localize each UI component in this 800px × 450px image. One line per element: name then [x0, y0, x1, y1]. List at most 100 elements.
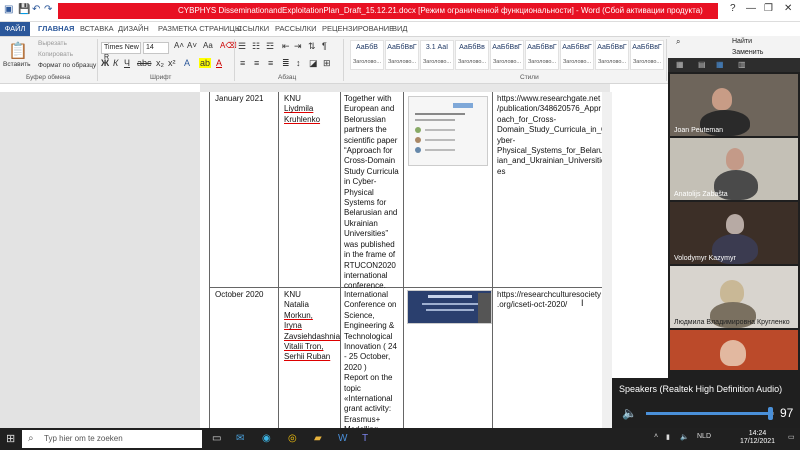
- style-item[interactable]: АаБбВвГ Заголово...: [630, 40, 664, 70]
- participant-tile[interactable]: Volodymyr Kazymyr: [670, 202, 798, 264]
- find-button[interactable]: Найти: [732, 38, 752, 45]
- bold-icon[interactable]: Ж: [101, 58, 109, 68]
- grid-view-icon[interactable]: ▦: [676, 60, 684, 69]
- paste-button[interactable]: Вставить: [3, 61, 31, 68]
- participant-tile[interactable]: Людмила Владимировна Кругленко: [670, 266, 798, 328]
- superscript-icon[interactable]: x²: [168, 58, 176, 68]
- word-icon[interactable]: W: [338, 433, 347, 444]
- cut-button[interactable]: Вырезать: [38, 40, 67, 47]
- tab-design[interactable]: ДИЗАЙН: [118, 24, 149, 33]
- font-name-select[interactable]: Times New R: [101, 42, 141, 61]
- font-color-icon[interactable]: A: [216, 58, 222, 68]
- redo-icon[interactable]: ↷: [44, 4, 52, 15]
- numbering-icon[interactable]: ☷: [252, 41, 260, 52]
- save-icon[interactable]: 💾: [18, 4, 30, 15]
- justify-icon[interactable]: ≣: [282, 58, 290, 69]
- paste-icon[interactable]: 📋: [8, 41, 28, 61]
- link-line[interactable]: https://researchculturesociety: [497, 290, 605, 300]
- link-line[interactable]: oach_for_Cross-: [497, 115, 605, 125]
- decrease-indent-icon[interactable]: ⇤: [282, 41, 290, 52]
- participant-tile[interactable]: Anatolijs Zabašta: [670, 138, 798, 200]
- format-painter-button[interactable]: Формат по образцу: [38, 62, 96, 69]
- tab-view[interactable]: ВИД: [392, 24, 407, 33]
- notification-icon[interactable]: ▭: [788, 433, 795, 441]
- link-line[interactable]: es: [497, 167, 605, 177]
- clock[interactable]: 14:24 17/12/2021: [740, 430, 775, 446]
- chrome-icon[interactable]: ◎: [288, 433, 297, 444]
- replace-button[interactable]: Заменить: [732, 49, 763, 56]
- volume-icon[interactable]: 🔈: [680, 433, 689, 441]
- vertical-scrollbar[interactable]: [602, 92, 612, 428]
- increase-indent-icon[interactable]: ⇥: [294, 41, 302, 52]
- link-line[interactable]: https://www.researchgate.net: [497, 94, 605, 104]
- align-center-icon[interactable]: ≡: [254, 58, 259, 68]
- tab-file[interactable]: ФАЙЛ: [0, 22, 30, 36]
- borders-icon[interactable]: ⊞: [323, 58, 331, 69]
- style-item[interactable]: АаБбВвГ Заголово...: [490, 40, 524, 70]
- shrink-font-icon[interactable]: A˅: [187, 41, 197, 50]
- help-button[interactable]: ?: [730, 3, 736, 14]
- show-marks-icon[interactable]: ¶: [322, 41, 327, 51]
- link-line[interactable]: /publication/348620576_Appr: [497, 104, 605, 114]
- align-left-icon[interactable]: ≡: [240, 58, 245, 68]
- grow-font-icon[interactable]: A˄: [174, 41, 184, 50]
- list-view-icon[interactable]: ▤: [698, 60, 706, 69]
- explorer-icon[interactable]: ▰: [314, 433, 322, 444]
- row1-link[interactable]: https://www.researchgate.net/publication…: [497, 94, 610, 177]
- style-item[interactable]: АаБбВв Заголово...: [455, 40, 489, 70]
- tab-review[interactable]: РЕЦЕНЗИРОВАНИЕ: [322, 24, 394, 33]
- style-item[interactable]: АаБбВ Заголово...: [350, 40, 384, 70]
- highlight-icon[interactable]: ab: [199, 58, 212, 68]
- font-size-select[interactable]: 14: [143, 42, 169, 54]
- teams-icon[interactable]: T: [362, 433, 368, 444]
- multilevel-list-icon[interactable]: ☲: [266, 41, 274, 52]
- style-item[interactable]: АаБбВвГ Заголово...: [385, 40, 419, 70]
- windows-start-icon[interactable]: ⊞: [6, 432, 15, 445]
- tab-mailings[interactable]: РАССЫЛКИ: [275, 24, 317, 33]
- link-line[interactable]: .org/icseti-oct-2020/: [497, 300, 605, 310]
- audio-device-name[interactable]: Speakers (Realtek High Definition Audio): [619, 384, 782, 394]
- strikethrough-icon[interactable]: abc: [137, 58, 152, 68]
- bullets-icon[interactable]: ☰: [238, 41, 246, 52]
- tab-layout[interactable]: РАЗМЕТКА СТРАНИЦЫ: [158, 24, 241, 33]
- style-item[interactable]: АаБбВвГ Заголово...: [525, 40, 559, 70]
- find-icon[interactable]: ⌕: [676, 37, 680, 47]
- row2-link[interactable]: https://researchculturesociety .org/icset…: [497, 290, 605, 311]
- style-item[interactable]: АаБбВвГ Заголово...: [560, 40, 594, 70]
- shading-icon[interactable]: ◪: [309, 58, 318, 69]
- sort-icon[interactable]: ⇅: [308, 41, 316, 52]
- link-line[interactable]: Domain_Study_Curricula_in_C: [497, 125, 607, 135]
- together-mode-icon[interactable]: ▥: [738, 60, 746, 69]
- text-effects-icon[interactable]: A: [184, 58, 190, 68]
- gallery-view-icon[interactable]: ▦: [716, 60, 724, 69]
- style-item[interactable]: 3.1 АаI Заголово...: [420, 40, 454, 70]
- align-right-icon[interactable]: ≡: [268, 58, 273, 68]
- volume-slider[interactable]: [646, 407, 774, 420]
- link-line[interactable]: ian_and_Ukrainian_Universities: [497, 156, 610, 166]
- tab-home[interactable]: ГЛАВНАЯ: [38, 24, 74, 33]
- link-line[interactable]: yber-: [497, 136, 605, 146]
- mail-icon[interactable]: ✉: [236, 433, 244, 444]
- volume-slider-thumb[interactable]: [768, 407, 774, 420]
- copy-button[interactable]: Копировать: [38, 51, 73, 58]
- edge-icon[interactable]: ◉: [262, 433, 271, 444]
- participant-tile[interactable]: [670, 330, 798, 370]
- speaker-icon[interactable]: 🔈: [622, 406, 637, 420]
- style-item[interactable]: АаБбВвГ Заголово...: [595, 40, 629, 70]
- line-spacing-icon[interactable]: ↕: [296, 58, 301, 68]
- participant-tile[interactable]: Joan Peuteman: [670, 74, 798, 136]
- network-icon[interactable]: ▮: [666, 433, 670, 441]
- taskbar-search-box[interactable]: ⌕ Typ hier om te zoeken: [22, 430, 202, 448]
- link-line[interactable]: Physical_Systems_for_Belarus: [497, 146, 607, 156]
- underline-icon[interactable]: Ч: [124, 58, 130, 68]
- close-button[interactable]: ✕: [784, 3, 792, 14]
- subscript-icon[interactable]: x₂: [156, 58, 164, 68]
- language-indicator[interactable]: NLD: [697, 433, 711, 440]
- restore-button[interactable]: ❐: [764, 3, 773, 14]
- minimize-button[interactable]: —: [746, 3, 756, 14]
- tray-chevron-icon[interactable]: ˄: [654, 433, 658, 440]
- undo-icon[interactable]: ↶: [32, 4, 40, 15]
- italic-icon[interactable]: К: [113, 58, 118, 68]
- tab-insert[interactable]: ВСТАВКА: [80, 24, 114, 33]
- task-view-icon[interactable]: ▭: [212, 433, 221, 444]
